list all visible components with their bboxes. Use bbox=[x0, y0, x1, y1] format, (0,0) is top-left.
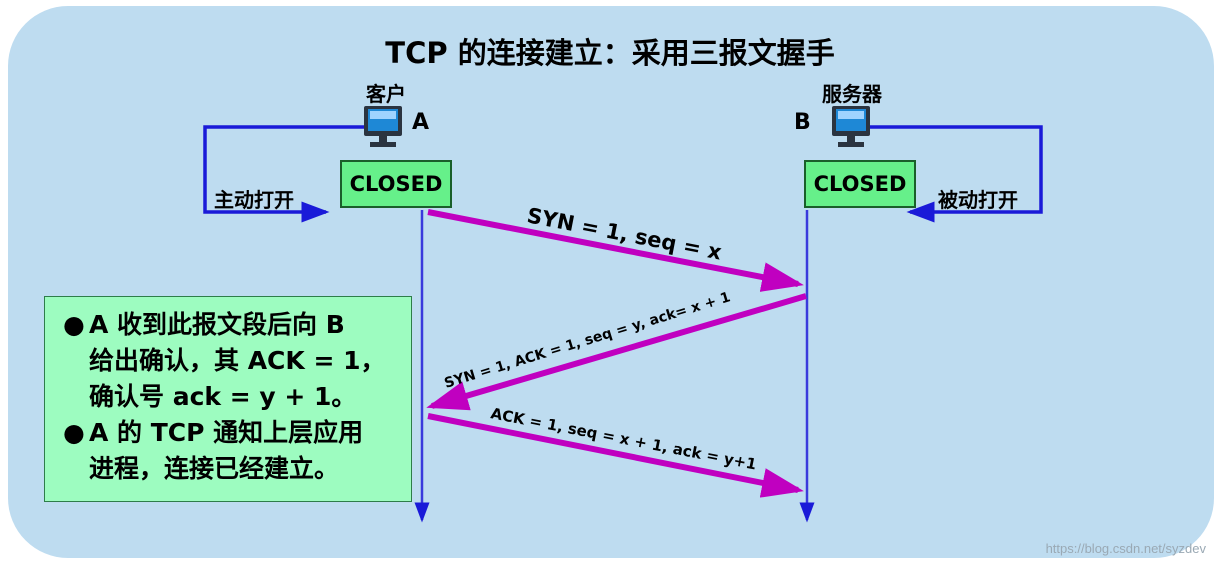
syn-ack-label: SYN = 1, ACK = 1, seq = y, ack= x + 1 bbox=[442, 289, 732, 391]
server-caption: 服务器 bbox=[822, 82, 882, 106]
client-state: CLOSED bbox=[340, 160, 452, 208]
note-line: 给出确认，其 ACK = 1， bbox=[89, 346, 386, 375]
note-line: A 的 TCP 通知上层应用 bbox=[89, 418, 364, 447]
bullet-icon: ● bbox=[63, 418, 85, 447]
client-caption: 客户 bbox=[366, 82, 406, 106]
note-line: 进程，连接已经建立。 bbox=[89, 454, 340, 483]
diagram-title: TCP 的连接建立：采用三报文握手 bbox=[385, 36, 835, 70]
note-line: A 收到此报文段后向 B bbox=[89, 310, 345, 339]
active-open-label: 主动打开 bbox=[214, 188, 294, 212]
client-id: A bbox=[412, 110, 430, 135]
syn-ack-arrow bbox=[426, 293, 807, 411]
server-state: CLOSED bbox=[804, 160, 916, 208]
tcp-handshake-diagram: SYN = 1, seq = x SYN = 1, ACK = 1, seq =… bbox=[0, 0, 1220, 566]
note-item: ● A 收到此报文段后向 B 给出确认，其 ACK = 1， 确认号 ack =… bbox=[63, 307, 401, 415]
computer-icon bbox=[832, 106, 870, 147]
bullet-icon: ● bbox=[63, 310, 85, 339]
note-item: ● A 的 TCP 通知上层应用 进程，连接已经建立。 bbox=[63, 415, 401, 487]
server-id: B bbox=[794, 110, 811, 135]
watermark: https://blog.csdn.net/syzdev bbox=[1045, 541, 1206, 556]
note-line: 确认号 ack = y + 1。 bbox=[89, 382, 357, 411]
explanation-note: ● A 收到此报文段后向 B 给出确认，其 ACK = 1， 确认号 ack =… bbox=[44, 296, 412, 502]
computer-icon bbox=[364, 106, 402, 147]
passive-open-label: 被动打开 bbox=[938, 188, 1018, 212]
